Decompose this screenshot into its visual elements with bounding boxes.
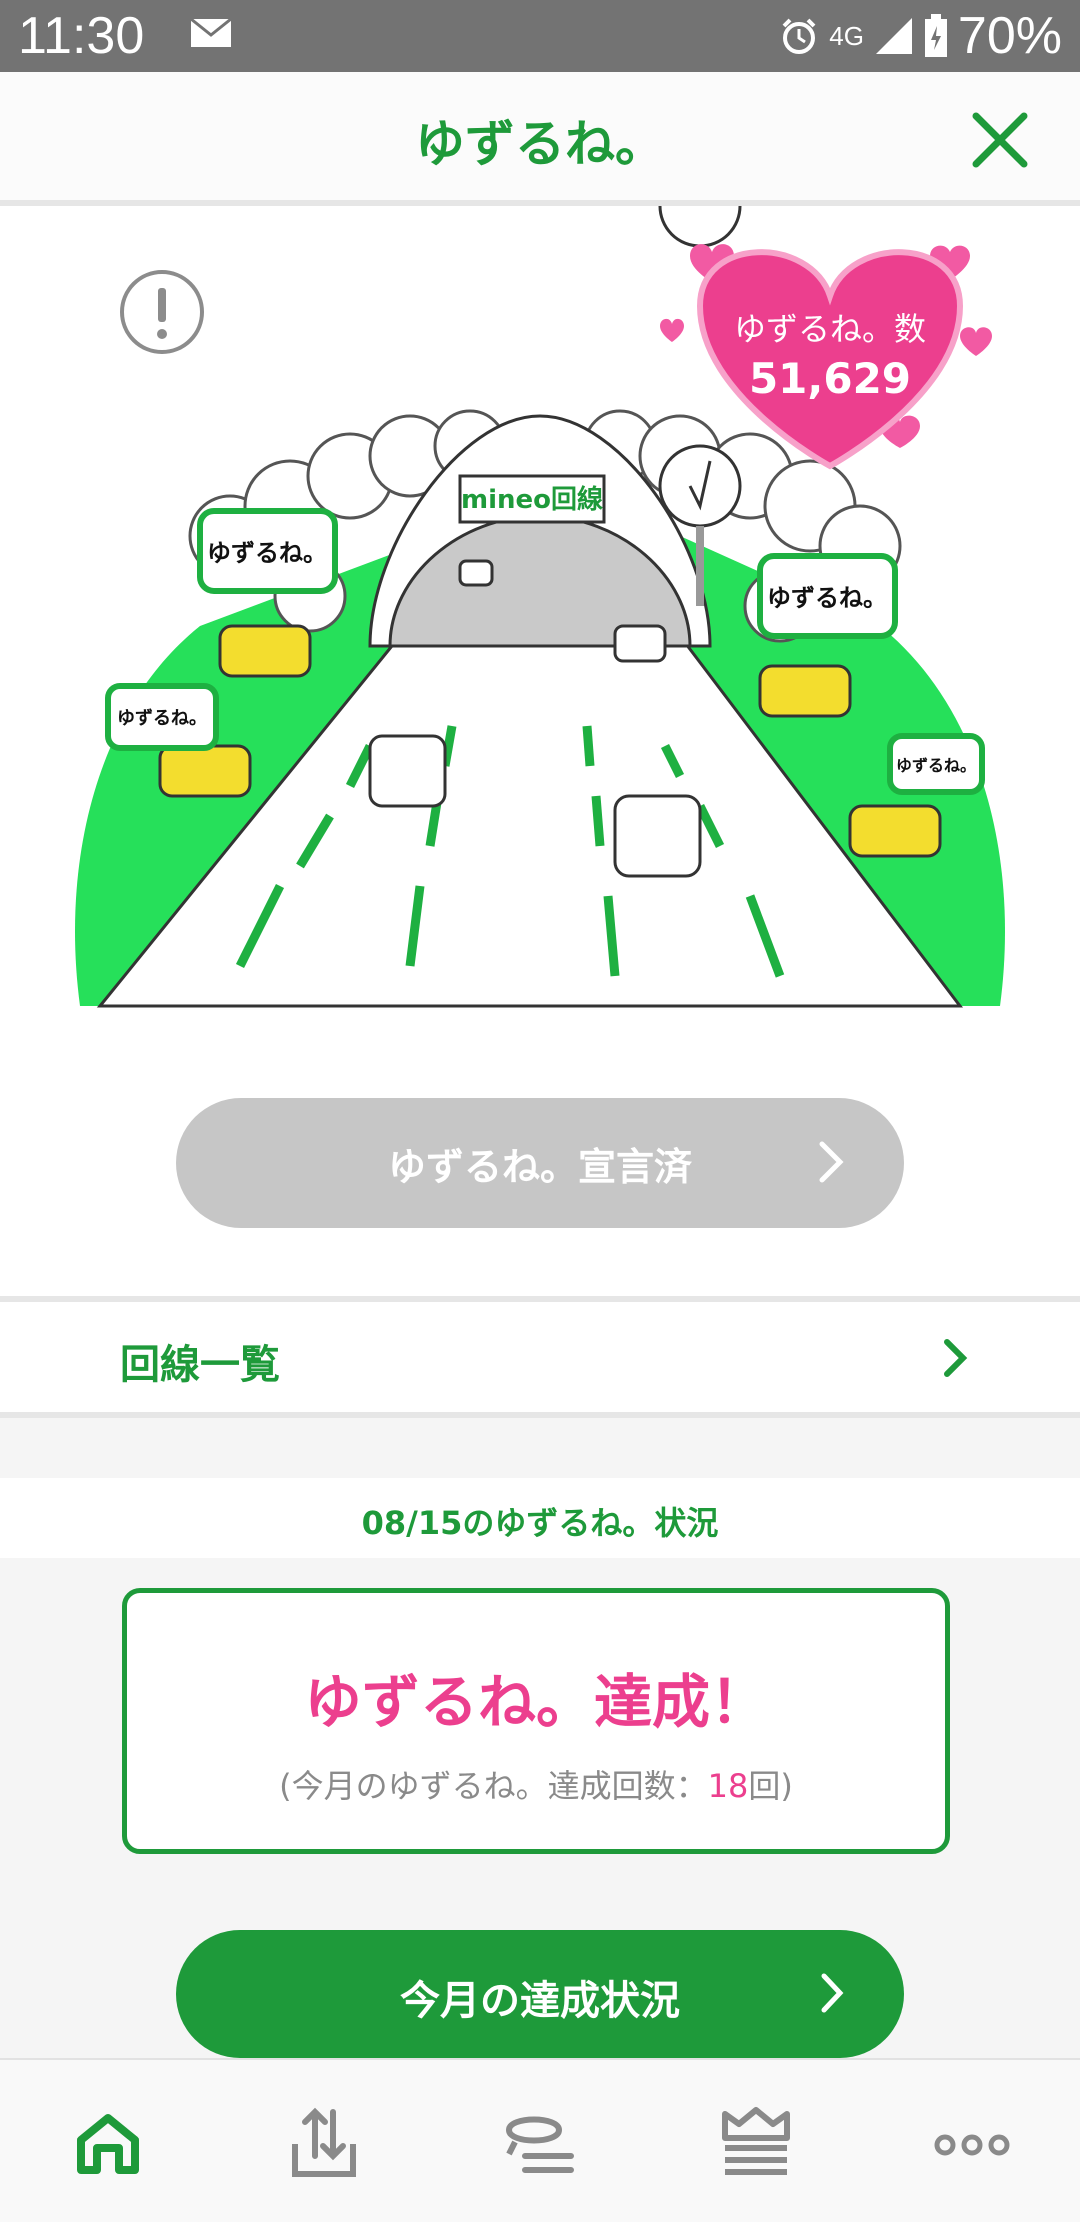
status-time: 11:30 [18,7,145,65]
bubble-text-2: ゆずるね。 [117,708,207,729]
counter-label: ゆずるね。数 [733,310,926,348]
chevron-right-icon [819,1141,844,1183]
share-tray-icon[interactable] [279,2100,369,2190]
result-card: ゆずるね。達成！ (今月のゆずるね。達成回数：18回) [122,1588,950,1854]
network-type: 4G [829,20,864,51]
declared-button-label: ゆずるね。宣言済 [387,1145,692,1189]
status-bar: 11:30 4G 70% [0,0,1080,72]
battery-percent: 70% [957,7,1062,65]
mail-icon [190,18,232,47]
close-icon[interactable] [970,110,1030,170]
chat-icon[interactable] [495,2100,585,2190]
line-list-row[interactable]: 回線一覧 [0,1302,1080,1412]
more-icon[interactable] [927,2100,1017,2190]
line-list-label: 回線一覧 [120,1342,280,1388]
exclamation-icon[interactable] [118,268,206,356]
hero-section: mineo回線 ゆずるね。 ゆずるね。 ゆずるね。 ゆずるね。 ゆずるね。数 5… [0,206,1080,1296]
bottom-navigation [0,2058,1080,2222]
tunnel-sign-text: mineo回線 [461,484,603,515]
bubble-text-1: ゆずるね。 [207,539,327,567]
counter-value: 51,629 [748,354,912,403]
declared-button[interactable]: ゆずるね。宣言済 [176,1098,904,1228]
result-prefix: (今月のゆずるね。達成回数： [279,1767,708,1805]
bubble-text-3: ゆずるね。 [767,584,887,612]
crown-icon[interactable] [711,2100,801,2190]
app-bar: ゆずるね。 [0,72,1080,206]
result-suffix: 回) [748,1767,793,1805]
alarm-icon [782,18,816,54]
chevron-right-icon [944,1339,968,1377]
signal-icon [875,18,912,54]
chevron-right-icon [821,1973,844,2013]
home-icon[interactable] [63,2100,153,2190]
battery-icon [924,14,947,57]
result-subtitle: (今月のゆずるね。達成回数：18回) [127,1761,945,1807]
status-date-title: 08/15のゆずるね。状況 [361,1504,719,1542]
monthly-status-button-label: 今月の達成状況 [400,1978,680,2024]
yuzurune-counter-heart: ゆずるね。数 51,629 [660,216,1000,516]
status-date-header: 08/15のゆずるね。状況 [0,1478,1080,1558]
status-icons: 4G 70% [779,6,1062,66]
page-title: ゆずるね。 [415,115,665,173]
result-title: ゆずるね。達成！ [303,1668,768,1736]
result-count: 18 [707,1767,749,1805]
bubble-text-4: ゆずるね。 [896,756,976,775]
monthly-status-button[interactable]: 今月の達成状況 [176,1930,904,2058]
